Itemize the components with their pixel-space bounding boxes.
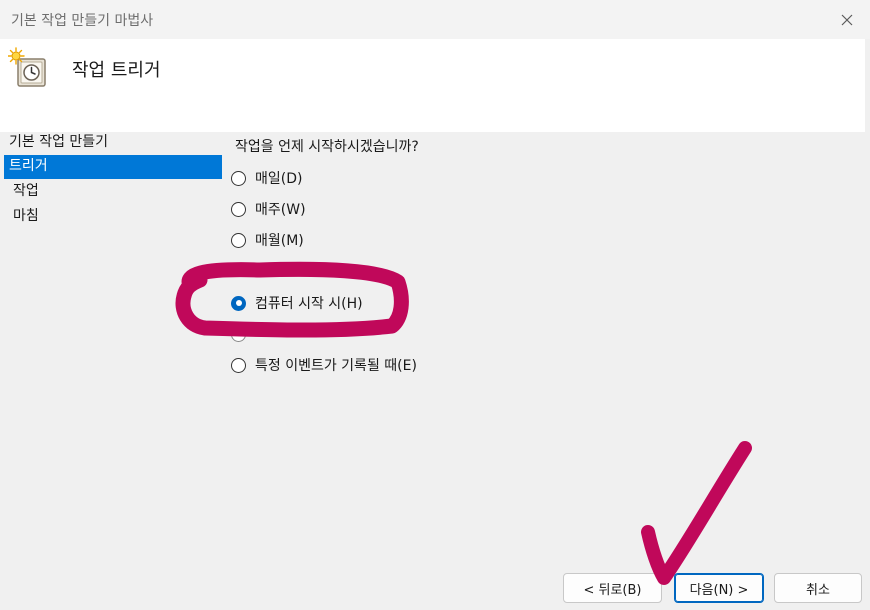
sidebar-item-finish: 마침: [13, 208, 39, 224]
header-edge: [865, 39, 870, 132]
radio-button[interactable]: [231, 326, 246, 342]
radio-monthly[interactable]: 매월(M): [231, 230, 304, 250]
checkmark-annotation: [641, 441, 752, 585]
window-title: 기본 작업 만들기 마법사: [11, 13, 154, 29]
close-icon: [841, 14, 853, 25]
sidebar-item-trigger: 트리거: [4, 155, 222, 179]
back-button[interactable]: < 뒤로(B): [563, 573, 662, 603]
trigger-question: 작업을 언제 시작하시겠습니까?: [235, 139, 419, 155]
radio-label-weekly: 매주(W): [255, 202, 306, 218]
wizard-header: 작업 트리거: [0, 39, 865, 132]
radio-logon-hidden[interactable]: [231, 324, 255, 344]
radio-label-computer-startup: 컴퓨터 시작 시(H): [255, 296, 363, 312]
clock-wizard-icon: [8, 47, 46, 87]
sidebar-item-create-basic-task: 기본 작업 만들기: [9, 134, 109, 150]
radio-event-logged[interactable]: 특정 이벤트가 기록될 때(E): [231, 355, 417, 375]
close-button[interactable]: [824, 0, 870, 39]
cancel-button[interactable]: 취소: [774, 573, 862, 603]
wizard-window: 기본 작업 만들기 마법사 작업 트리거 기본 작업 만들기 트리거 작업 마침…: [0, 0, 870, 610]
radio-label-daily: 매일(D): [255, 171, 303, 187]
radio-label-event-logged: 특정 이벤트가 기록될 때(E): [255, 358, 417, 374]
radio-button[interactable]: [231, 357, 246, 373]
radio-button[interactable]: [231, 201, 246, 217]
radio-button-selected[interactable]: [231, 295, 246, 311]
page-title: 작업 트리거: [72, 60, 161, 81]
radio-weekly[interactable]: 매주(W): [231, 199, 306, 219]
radio-label-monthly: 매월(M): [255, 233, 304, 249]
radio-computer-startup[interactable]: 컴퓨터 시작 시(H): [231, 293, 363, 313]
next-button[interactable]: 다음(N) >: [674, 573, 764, 603]
radio-button[interactable]: [231, 170, 246, 186]
wizard-steps-sidebar: 기본 작업 만들기 트리거 작업 마침: [0, 132, 222, 229]
sidebar-item-action: 작업: [13, 183, 39, 199]
radio-button[interactable]: [231, 232, 246, 248]
radio-daily[interactable]: 매일(D): [231, 168, 302, 188]
title-bar: 기본 작업 만들기 마법사: [0, 0, 870, 39]
